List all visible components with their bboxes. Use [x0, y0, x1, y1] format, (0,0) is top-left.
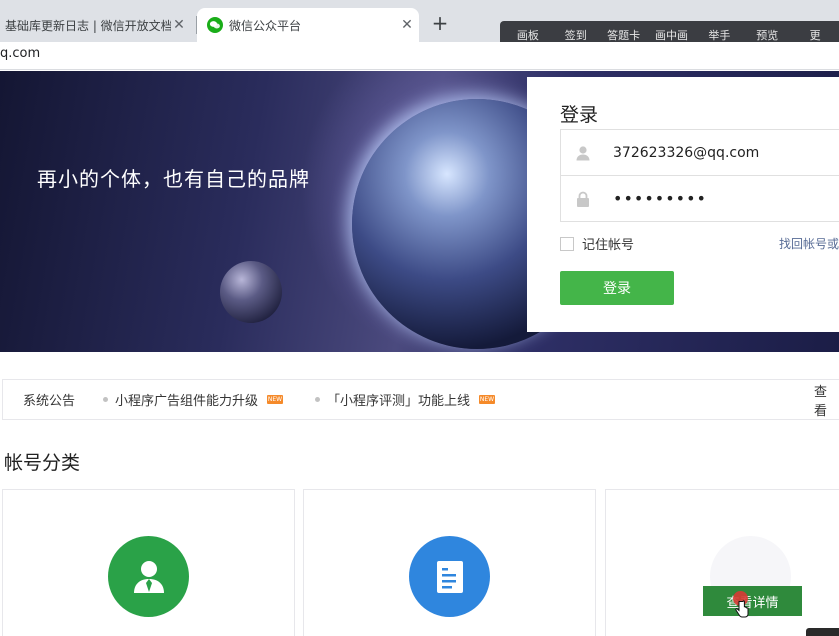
category-card-service[interactable]: [2, 489, 295, 636]
close-icon[interactable]: ✕: [171, 17, 187, 33]
notice-item-text[interactable]: 「小程序评测」功能上线: [327, 390, 470, 409]
browser-tab-wechat[interactable]: 微信公众平台 ✕: [197, 8, 419, 42]
remember-checkbox[interactable]: [560, 236, 574, 251]
overlay-corner: [806, 628, 839, 636]
forgot-account-link[interactable]: 找回帐号或: [779, 235, 839, 252]
login-button[interactable]: 登录: [560, 271, 674, 305]
toolbar-item-checkin[interactable]: 签到: [552, 27, 600, 43]
notice-label: 系统公告: [23, 394, 76, 409]
category-card-miniprogram[interactable]: 查看详情: [605, 489, 839, 636]
person-icon: [108, 536, 189, 617]
browser-tab-docs[interactable]: 基础库更新日志 | 微信开放文档 ✕: [0, 8, 195, 42]
toolbar-item-answer-card[interactable]: 答题卡: [600, 27, 648, 43]
address-bar[interactable]: q.com: [0, 42, 839, 70]
tab-title: 基础库更新日志 | 微信开放文档: [5, 18, 171, 33]
login-title: 登录: [560, 104, 599, 126]
notice-item[interactable]: 小程序广告组件能力升级 NEW: [103, 390, 284, 409]
category-card-subscription[interactable]: [303, 489, 596, 636]
account-value[interactable]: 372623326@qq.com: [605, 145, 759, 161]
banner-slogan: 再小的个体，也有自己的品牌: [37, 167, 310, 191]
document-icon: [409, 536, 490, 617]
tab-title: 微信公众平台: [229, 18, 302, 33]
toolbar-item-more[interactable]: 更: [791, 27, 839, 43]
system-notice-bar: 系统公告 小程序广告组件能力升级 NEW 「小程序评测」功能上线 NEW 查看: [2, 379, 839, 420]
toolbar-item-board[interactable]: 画板: [504, 27, 552, 43]
toolbar-item-raise-hand[interactable]: 举手: [695, 27, 743, 43]
user-icon: [561, 130, 605, 175]
toolbar-item-pip[interactable]: 画中画: [648, 27, 696, 43]
close-icon[interactable]: ✕: [399, 17, 415, 33]
remember-label: 记住帐号: [582, 238, 635, 253]
new-tab-button[interactable]: +: [428, 12, 452, 36]
account-field[interactable]: 372623326@qq.com: [560, 129, 839, 176]
view-details-button[interactable]: 查看详情: [703, 586, 802, 616]
wechat-icon: [207, 17, 223, 33]
password-value[interactable]: •••••••••: [605, 189, 707, 208]
section-title: 帐号分类: [4, 452, 81, 474]
notice-more-link[interactable]: 查看: [814, 381, 839, 419]
moon-image: [220, 261, 282, 323]
password-field[interactable]: •••••••••: [560, 176, 839, 222]
remember-account[interactable]: 记住帐号: [560, 234, 634, 253]
notice-item[interactable]: 「小程序评测」功能上线 NEW: [315, 390, 496, 409]
url-text[interactable]: q.com: [0, 46, 40, 61]
toolbar-item-preview[interactable]: 预览: [743, 27, 791, 43]
new-badge: NEW: [267, 395, 284, 404]
bullet-icon: [103, 397, 108, 402]
notice-item-text[interactable]: 小程序广告组件能力升级: [115, 390, 258, 409]
hand-cursor-icon: [735, 600, 749, 618]
lock-icon: [561, 176, 605, 221]
bullet-icon: [315, 397, 320, 402]
login-panel: 登录 372623326@qq.com ••••••••• 记住帐号 找回帐号或…: [527, 77, 839, 332]
new-badge: NEW: [479, 395, 496, 404]
